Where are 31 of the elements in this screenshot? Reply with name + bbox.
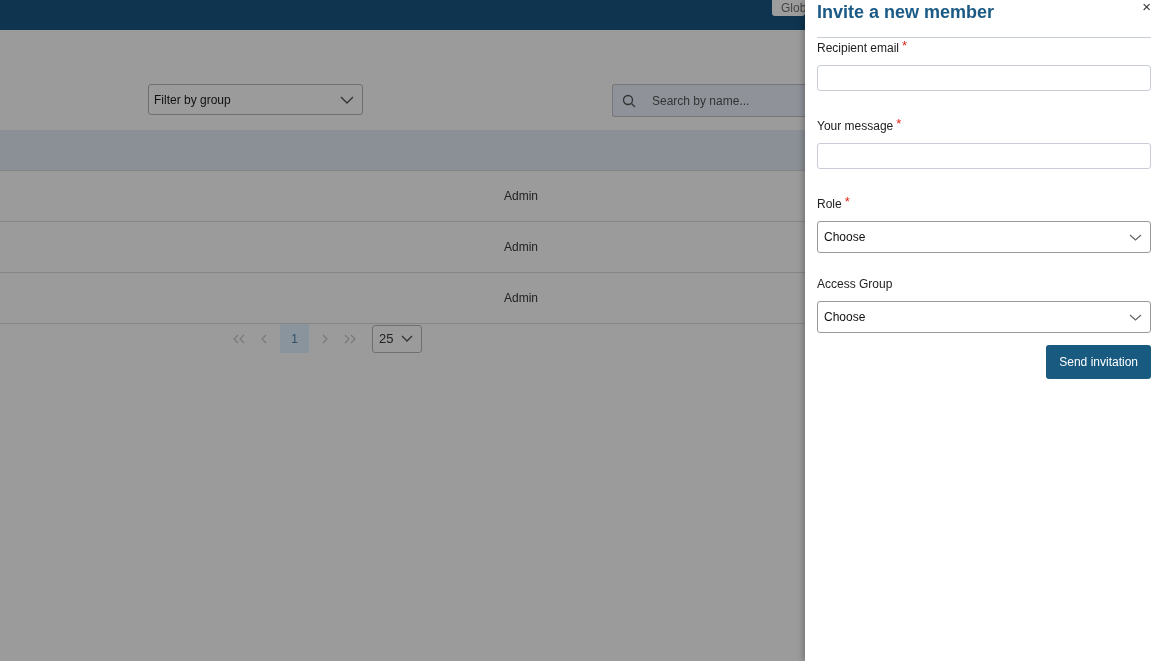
required-mark: *: [896, 119, 902, 129]
select-field[interactable]: Choose: [817, 301, 1151, 333]
search-field[interactable]: Search by name...: [612, 84, 805, 117]
field-label: Role: [817, 197, 842, 211]
field-label: Recipient email: [817, 41, 900, 55]
required-mark: *: [902, 41, 908, 51]
input-field[interactable]: [817, 143, 1151, 169]
header-button[interactable]: Glob: [772, 0, 805, 16]
search-icon: [622, 93, 636, 108]
chevron-down-icon: [401, 335, 414, 342]
chevron-down-icon: [340, 95, 354, 104]
table-cell: Admin: [504, 291, 538, 305]
last-page-icon[interactable]: [344, 333, 356, 344]
drawer-title: Invite a new member: [817, 1, 995, 23]
filter-select[interactable]: Filter by group: [148, 84, 363, 115]
send-invitation-button[interactable]: Send invitation: [1046, 345, 1151, 379]
input-field[interactable]: [817, 65, 1151, 91]
select-field[interactable]: Choose: [817, 221, 1151, 253]
chevron-down-icon: [1129, 313, 1142, 321]
required-mark: *: [844, 197, 850, 207]
field-label: Access Group: [817, 277, 893, 291]
next-page-icon[interactable]: [321, 333, 328, 344]
table-cell: Admin: [504, 240, 538, 254]
previous-page-icon[interactable]: [261, 333, 268, 344]
search-input[interactable]: Search by name...: [652, 85, 805, 116]
chevron-down-icon: [1129, 233, 1142, 241]
table-cell: Admin: [504, 189, 538, 203]
field-label: Your message: [817, 119, 894, 133]
first-page-icon[interactable]: [233, 333, 245, 344]
page-size-select[interactable]: 25: [372, 324, 422, 353]
close-button[interactable]: ×: [1142, 1, 1151, 13]
